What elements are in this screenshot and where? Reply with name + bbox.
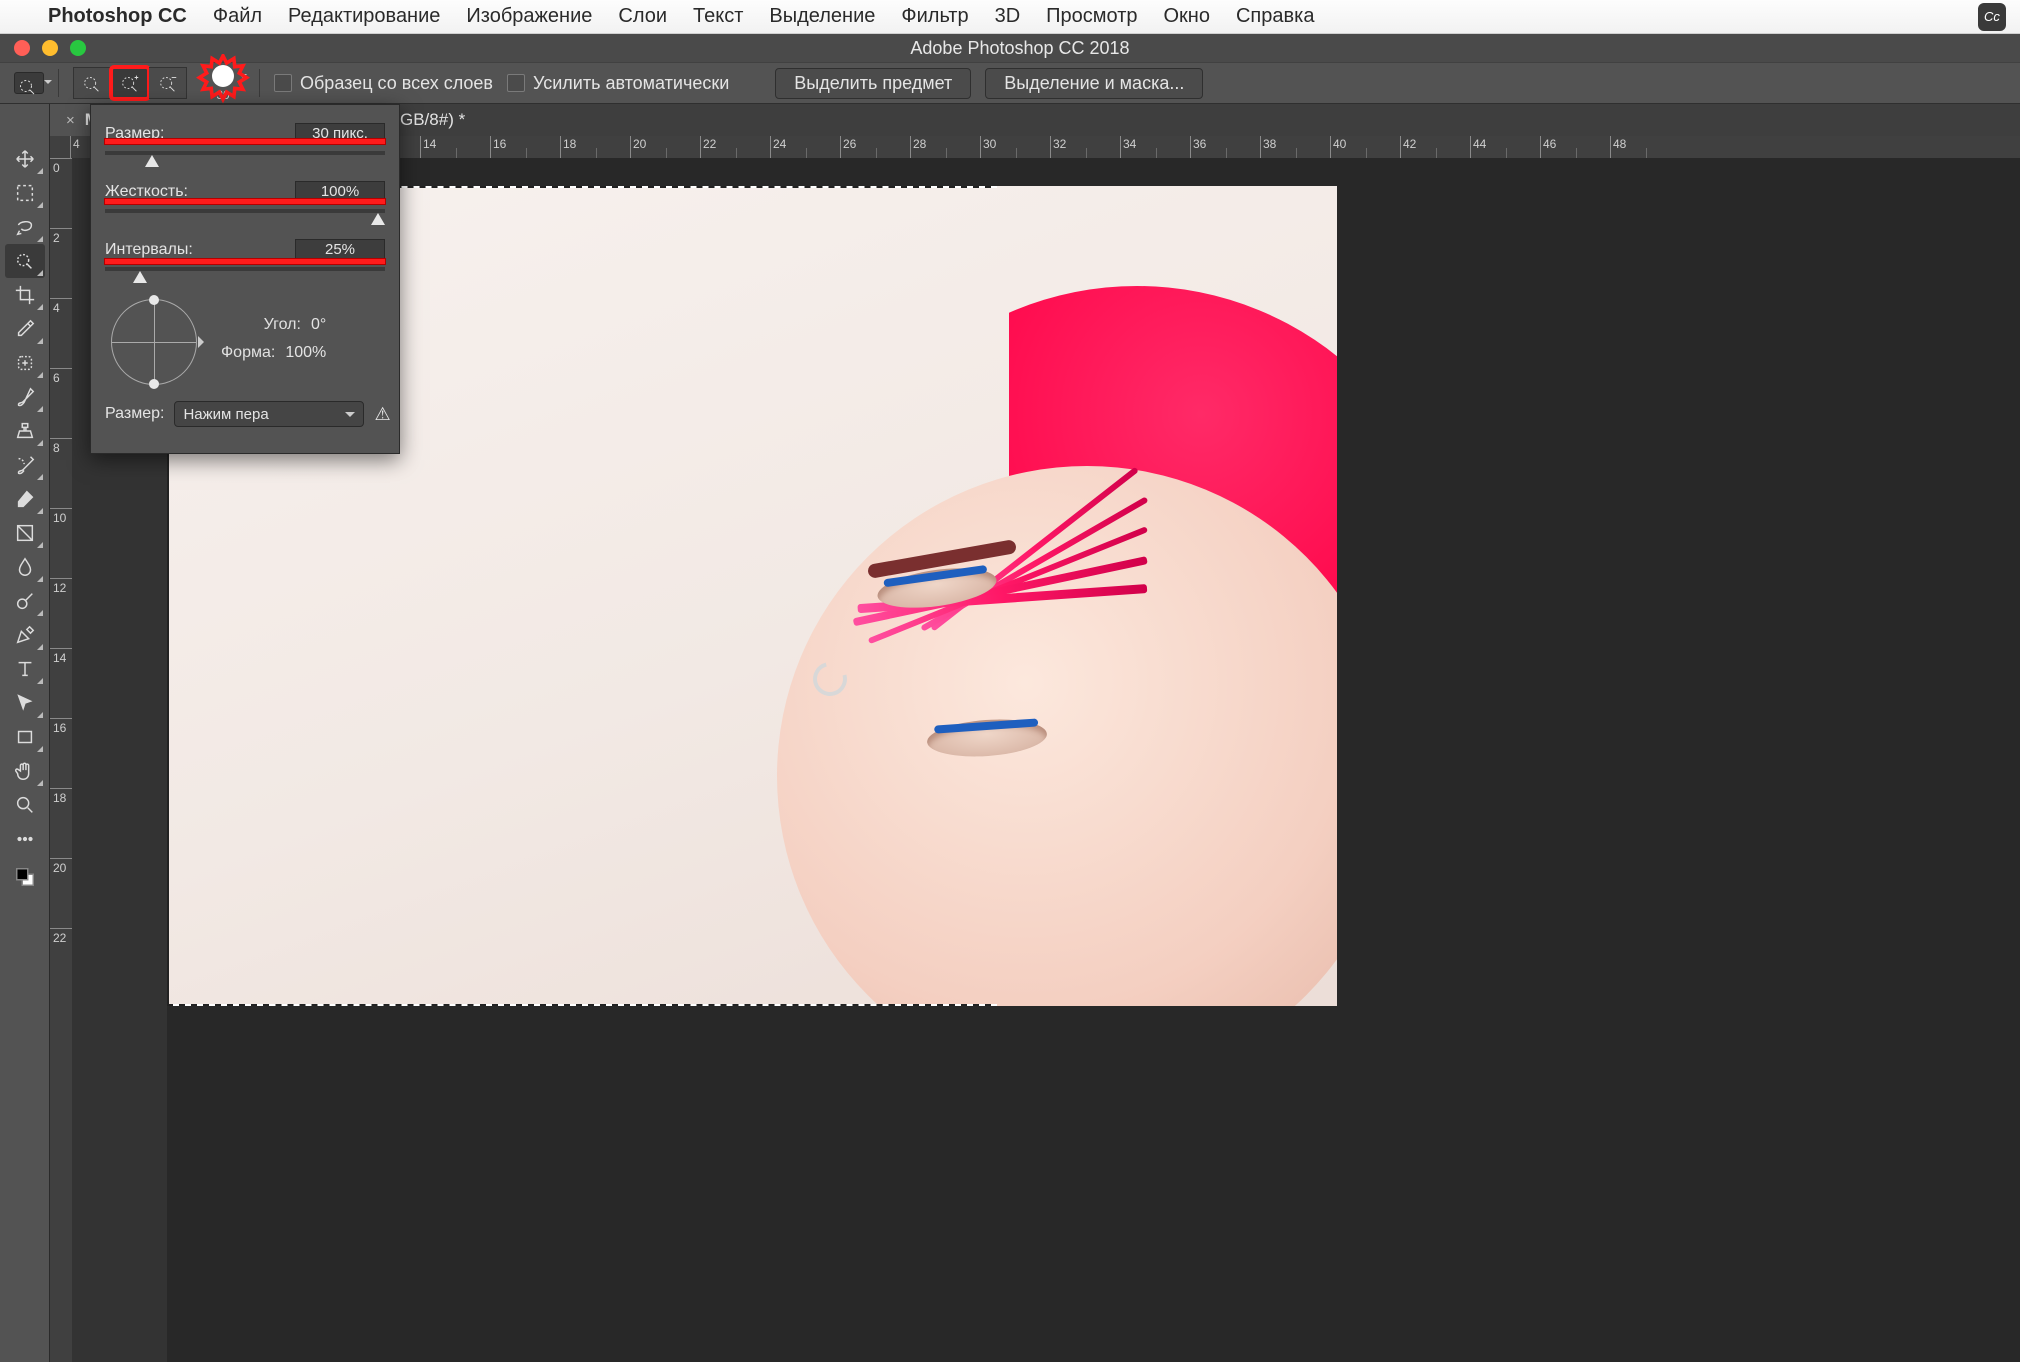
- sample-all-layers-option[interactable]: Образец со всех слоев: [274, 73, 493, 94]
- menu-image[interactable]: Изображение: [466, 5, 592, 28]
- quick-select-icon: [14, 72, 44, 94]
- gradient-tool[interactable]: [5, 516, 45, 550]
- auto-enhance-option[interactable]: Усилить автоматически: [507, 73, 729, 94]
- window-title: Adobe Photoshop CC 2018: [100, 38, 1940, 59]
- brush-spacing-field[interactable]: 25%: [295, 239, 385, 261]
- pen-tool[interactable]: [5, 618, 45, 652]
- brush-roundness-field[interactable]: 100%: [285, 344, 326, 362]
- path-selection-tool[interactable]: [5, 686, 45, 720]
- marquee-tool[interactable]: [5, 176, 45, 210]
- brush-hardness-slider[interactable]: [105, 207, 385, 225]
- lasso-tool[interactable]: [5, 210, 45, 244]
- checkbox-icon[interactable]: [507, 74, 525, 92]
- zoom-tool[interactable]: [5, 788, 45, 822]
- macos-menubar: Photoshop CC Файл Редактирование Изображ…: [0, 0, 2020, 34]
- tool-preset-picker[interactable]: [14, 72, 44, 94]
- app-name[interactable]: Photoshop CC: [48, 5, 187, 28]
- menu-text[interactable]: Текст: [693, 5, 743, 28]
- creative-cloud-icon[interactable]: Cc: [1978, 3, 2006, 31]
- brush-roundness-label: Форма:: [221, 344, 275, 362]
- arrow-right-icon: [198, 336, 210, 348]
- new-selection-button[interactable]: [73, 67, 111, 99]
- sample-all-layers-label: Образец со всех слоев: [300, 73, 493, 94]
- warning-icon: ⚠: [374, 404, 390, 425]
- menu-view[interactable]: Просмотр: [1046, 5, 1137, 28]
- rectangle-tool[interactable]: [5, 720, 45, 754]
- move-tool[interactable]: [5, 142, 45, 176]
- quick-selection-tool[interactable]: [5, 244, 45, 278]
- checkbox-icon[interactable]: [274, 74, 292, 92]
- auto-enhance-label: Усилить автоматически: [533, 73, 729, 94]
- menu-file[interactable]: Файл: [213, 5, 262, 28]
- menu-layers[interactable]: Слои: [618, 5, 667, 28]
- healing-brush-tool[interactable]: [5, 346, 45, 380]
- window-titlebar: Adobe Photoshop CC 2018: [0, 34, 2020, 62]
- edit-toolbar-button[interactable]: [5, 822, 45, 856]
- eraser-tool[interactable]: [5, 482, 45, 516]
- document-tab-suffix: GB/8#) *: [400, 110, 465, 130]
- add-to-selection-button[interactable]: [111, 67, 149, 99]
- menu-edit[interactable]: Редактирование: [288, 5, 440, 28]
- menu-filter[interactable]: Фильтр: [901, 5, 968, 28]
- chevron-down-icon: [345, 412, 355, 422]
- brush-dynamics-select[interactable]: Нажим пера: [174, 401, 364, 427]
- ruler-vertical[interactable]: 0 2 4 6 8 10 12 14 16 18 20 22: [50, 158, 72, 1362]
- window-minimize-button[interactable]: [42, 40, 58, 56]
- options-bar: 30 Образец со всех слоев Усилить автомат…: [0, 62, 2020, 104]
- brush-angle-control[interactable]: [111, 299, 197, 385]
- brush-preset-picker[interactable]: 30: [201, 64, 245, 102]
- menu-select[interactable]: Выделение: [769, 5, 875, 28]
- brush-angle-label: Угол:: [264, 316, 301, 334]
- tools-panel: [0, 104, 50, 1362]
- color-swatches[interactable]: [5, 860, 45, 894]
- brush-angle-field[interactable]: 0°: [311, 316, 326, 334]
- brush-size-readout: 30: [216, 88, 229, 102]
- crop-tool[interactable]: [5, 278, 45, 312]
- chevron-down-icon: [239, 74, 247, 82]
- brush-settings-popup: Размер: 30 пикс. Жесткость: 100% Интерва…: [90, 104, 400, 454]
- traffic-lights: [0, 40, 100, 56]
- brush-spacing-slider[interactable]: [105, 265, 385, 283]
- brush-tip-preview-icon: [212, 65, 234, 87]
- menu-3d[interactable]: 3D: [995, 5, 1021, 28]
- blur-tool[interactable]: [5, 550, 45, 584]
- brush-dynamics-value: Нажим пера: [183, 406, 268, 423]
- eyedropper-tool[interactable]: [5, 312, 45, 346]
- brush-size-slider[interactable]: [105, 149, 385, 167]
- canvas-viewport[interactable]: [167, 158, 2020, 1362]
- subtract-from-selection-button[interactable]: [149, 67, 187, 99]
- close-tab-icon[interactable]: ×: [66, 112, 75, 129]
- brush-tool[interactable]: [5, 380, 45, 414]
- menu-help[interactable]: Справка: [1236, 5, 1314, 28]
- clone-stamp-tool[interactable]: [5, 414, 45, 448]
- window-zoom-button[interactable]: [70, 40, 86, 56]
- brush-dynamics-label: Размер:: [105, 405, 164, 423]
- selection-mode-group: [73, 67, 187, 99]
- hand-tool[interactable]: [5, 754, 45, 788]
- window-close-button[interactable]: [14, 40, 30, 56]
- history-brush-tool[interactable]: [5, 448, 45, 482]
- brush-spacing-label: Интервалы:: [105, 241, 295, 259]
- dodge-tool[interactable]: [5, 584, 45, 618]
- type-tool[interactable]: [5, 652, 45, 686]
- select-subject-button[interactable]: Выделить предмет: [775, 68, 971, 99]
- select-and-mask-button[interactable]: Выделение и маска...: [985, 68, 1203, 99]
- menu-window[interactable]: Окно: [1164, 5, 1210, 28]
